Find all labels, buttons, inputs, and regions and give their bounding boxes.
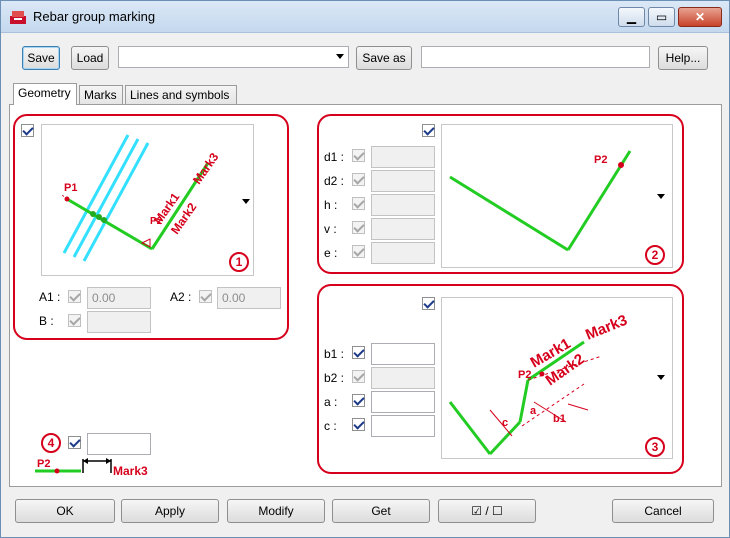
group-2-number-badge: 2 — [645, 245, 665, 265]
close-button[interactable]: ✕ — [678, 7, 722, 27]
group-2-checkbox[interactable] — [422, 124, 435, 137]
e-label: e : — [324, 246, 338, 260]
a1-label: A1 : — [39, 290, 61, 304]
g3-a-label: a — [530, 405, 537, 417]
dialog-window: Rebar group marking ▁ ▭ ✕ Save Load Save… — [0, 0, 730, 538]
d1-label: d1 : — [324, 150, 345, 164]
save-as-input[interactable] — [421, 46, 650, 68]
c-checkbox[interactable] — [352, 418, 365, 431]
c-field[interactable] — [371, 415, 435, 437]
a2-field[interactable]: 0.00 — [217, 287, 281, 309]
mark3-label: Mark3 — [190, 150, 222, 187]
minimize-icon: ▁ — [626, 10, 637, 24]
g3-b1-label: b1 — [553, 413, 566, 425]
save-as-button[interactable]: Save as — [356, 46, 412, 70]
e-checkbox[interactable] — [352, 245, 365, 258]
g4-p2-label: P2 — [37, 458, 50, 470]
load-combo[interactable] — [118, 46, 349, 68]
title-bar: Rebar group marking ▁ ▭ ✕ — [1, 1, 729, 33]
group-2-dropdown-icon[interactable] — [657, 194, 665, 199]
maximize-icon: ▭ — [655, 10, 668, 24]
d2-field[interactable] — [371, 170, 435, 192]
b1-field[interactable] — [371, 343, 435, 365]
c-label: c : — [324, 419, 337, 433]
h-label: h : — [324, 198, 338, 212]
load-button[interactable]: Load — [71, 46, 109, 70]
a2-label: A2 : — [170, 290, 192, 304]
d1-field[interactable] — [371, 146, 435, 168]
h-checkbox[interactable] — [352, 197, 365, 210]
help-button[interactable]: Help... — [658, 46, 708, 70]
v-label: v : — [324, 222, 337, 236]
tab-lines-and-symbols[interactable]: Lines and symbols — [125, 85, 237, 105]
a-checkbox[interactable] — [352, 394, 365, 407]
bottom-button-bar: OK Apply Modify Get ☑ / ☐ Cancel — [1, 491, 729, 537]
d2-label: d2 : — [324, 174, 345, 188]
chevron-down-icon — [336, 54, 344, 59]
b2-label: b2 : — [324, 371, 345, 385]
app-icon — [10, 11, 26, 24]
window-title: Rebar group marking — [33, 9, 156, 24]
group-2-preview: P2 — [441, 124, 673, 268]
toggle-checkboxes-button[interactable]: ☑ / ☐ — [438, 499, 536, 523]
modify-button[interactable]: Modify — [227, 499, 325, 523]
save-button[interactable]: Save — [22, 46, 60, 70]
get-button[interactable]: Get — [332, 499, 430, 523]
g4-mark3-label: Mark3 — [113, 464, 148, 478]
d2-checkbox[interactable] — [352, 173, 365, 186]
group-3-number-badge: 3 — [645, 437, 665, 457]
g3-mark3-label: Mark3 — [583, 312, 630, 344]
b2-field[interactable] — [371, 367, 435, 389]
a2-checkbox[interactable] — [199, 290, 212, 303]
tab-geometry[interactable]: Geometry — [13, 83, 77, 105]
d1-checkbox[interactable] — [352, 149, 365, 162]
group-1-diagram: P1 P2 Mark1 Mark2 Mark3 — [61, 134, 222, 262]
group-3-checkbox[interactable] — [422, 297, 435, 310]
group-2-diagram: P2 — [449, 150, 632, 252]
b-checkbox[interactable] — [68, 314, 81, 327]
maximize-button[interactable]: ▭ — [648, 7, 675, 27]
b2-checkbox[interactable] — [352, 370, 365, 383]
a1-field[interactable]: 0.00 — [87, 287, 151, 309]
group-1-checkbox[interactable] — [21, 124, 34, 137]
apply-button[interactable]: Apply — [121, 499, 219, 523]
group-4-checkbox[interactable] — [68, 436, 81, 449]
h-field[interactable] — [371, 194, 435, 216]
group-3-diagram: P2 Mark1 Mark2 Mark3 a b1 c — [448, 312, 630, 456]
minimize-button[interactable]: ▁ — [618, 7, 645, 27]
group-4-number-badge: 4 — [41, 433, 61, 453]
g3-p2-label: P2 — [518, 369, 531, 381]
g3-c-label: c — [502, 417, 508, 429]
ok-button[interactable]: OK — [15, 499, 115, 523]
cancel-button[interactable]: Cancel — [612, 499, 714, 523]
v-checkbox[interactable] — [352, 221, 365, 234]
v-field[interactable] — [371, 218, 435, 240]
b-label: B : — [39, 314, 54, 328]
close-icon: ✕ — [694, 10, 706, 24]
e-field[interactable] — [371, 242, 435, 264]
b1-label: b1 : — [324, 347, 345, 361]
group-1-dropdown-icon[interactable] — [242, 199, 250, 204]
group-1-number-badge: 1 — [229, 252, 249, 272]
tab-marks[interactable]: Marks — [79, 85, 123, 105]
g2-p2-label: P2 — [594, 154, 607, 166]
p1-label: P1 — [64, 182, 77, 194]
b-field[interactable] — [87, 311, 151, 333]
b1-checkbox[interactable] — [352, 346, 365, 359]
a-label: a : — [324, 395, 338, 409]
group-3-dropdown-icon[interactable] — [657, 375, 665, 380]
group-3-preview: P2 Mark1 Mark2 Mark3 a b1 c — [441, 297, 673, 459]
a1-checkbox[interactable] — [68, 290, 81, 303]
group-4-diagram: P2 Mark3 — [35, 458, 148, 478]
group-1-preview: P1 P2 Mark1 Mark2 Mark3 — [41, 124, 254, 276]
a-field[interactable] — [371, 391, 435, 413]
